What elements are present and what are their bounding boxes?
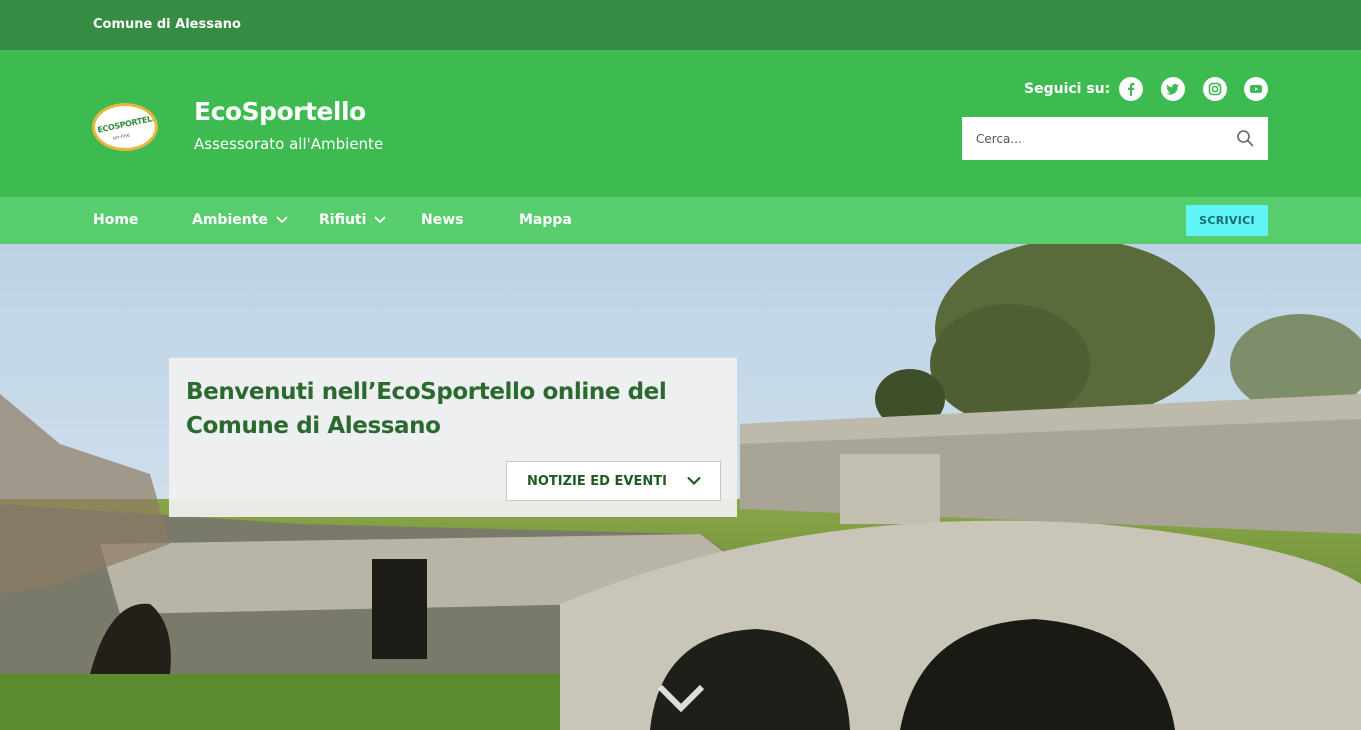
- facebook-icon[interactable]: [1119, 77, 1143, 101]
- site-subtitle: Assessorato all'Ambiente: [194, 135, 384, 153]
- hero-heading: Benvenuti nell’EcoSportello online del C…: [186, 379, 667, 439]
- top-bar: Comune di Alessano: [0, 0, 1361, 50]
- search-box: [962, 117, 1268, 160]
- nav-item-label: Ambiente: [192, 212, 268, 228]
- logo-subtext: on-line: [112, 132, 131, 142]
- scroll-down-icon[interactable]: [657, 684, 705, 714]
- news-events-label: NOTIZIE ED EVENTI: [527, 473, 667, 489]
- nav-item-label: Home: [93, 212, 139, 228]
- nav-item-rifiuti[interactable]: Rifiuti: [319, 212, 387, 228]
- nav-item-label: News: [421, 212, 464, 228]
- instagram-icon[interactable]: [1203, 77, 1227, 101]
- nav-item-label: Rifiuti: [319, 212, 367, 228]
- search-icon[interactable]: [1236, 129, 1254, 147]
- nav-item-label: Mappa: [519, 212, 572, 228]
- chevron-down-icon: [687, 476, 701, 486]
- hero-section: Benvenuti nell’EcoSportello online del C…: [0, 244, 1361, 730]
- site-title[interactable]: EcoSportello: [194, 97, 366, 126]
- nav-item-mappa[interactable]: Mappa: [519, 212, 572, 228]
- twitter-icon[interactable]: [1161, 77, 1185, 101]
- org-name[interactable]: Comune di Alessano: [93, 17, 241, 32]
- site-header: ECOSPORTELLO on-line EcoSportello Assess…: [0, 50, 1361, 197]
- youtube-icon[interactable]: [1244, 77, 1268, 101]
- main-nav: Home Ambiente Rifiuti News Mappa SCRIVIC…: [0, 197, 1361, 244]
- chevron-down-icon: [374, 216, 387, 224]
- nav-item-ambiente[interactable]: Ambiente: [192, 212, 288, 228]
- chevron-down-icon: [276, 216, 288, 224]
- scrivici-button[interactable]: SCRIVICI: [1186, 205, 1268, 236]
- nav-item-home[interactable]: Home: [93, 212, 138, 228]
- follow-label: Seguici su:: [1024, 81, 1111, 97]
- welcome-panel: Benvenuti nell’EcoSportello online del C…: [169, 358, 737, 517]
- site-logo[interactable]: ECOSPORTELLO on-line: [92, 103, 158, 151]
- logo-text: ECOSPORTELLO: [96, 112, 158, 135]
- nav-item-news[interactable]: News: [421, 212, 463, 228]
- search-input[interactable]: [962, 117, 1222, 160]
- news-events-button[interactable]: NOTIZIE ED EVENTI: [506, 461, 721, 501]
